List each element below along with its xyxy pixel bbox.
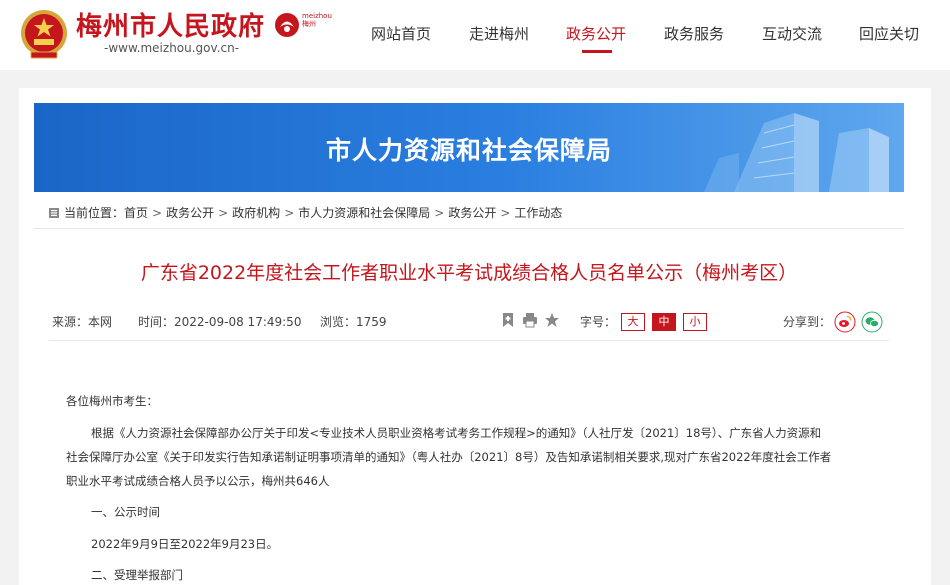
breadcrumb-prefix: 当前位置： xyxy=(64,206,125,220)
nav-government-affairs[interactable]: 政务公开 xyxy=(566,23,626,44)
body-paragraph-line: 社会保障厅办公室《关于印发实行告知承诺制证明事项清单的通知》（粤人社办〔2021… xyxy=(66,450,832,464)
body-paragraph-line: 职业水平考试成绩合格人员予以公示，梅州共646人 xyxy=(66,474,330,488)
nav-about-meizhou[interactable]: 走进梅州 xyxy=(469,23,529,44)
nav-active-indicator xyxy=(582,50,612,53)
body-paragraph-line: 根据《人力资源社会保障部办公厅关于印发<专业技术人员职业资格考试考务工作规程>的… xyxy=(91,426,822,440)
breadcrumb-hr-bureau[interactable]: 市人力资源和社会保障局 xyxy=(298,204,430,221)
breadcrumb-government-affairs[interactable]: 政务公开 xyxy=(166,204,214,221)
breadcrumb-home[interactable]: 首页 xyxy=(124,204,148,221)
meta-divider xyxy=(49,340,889,341)
national-emblem-icon[interactable] xyxy=(19,8,69,60)
breadcrumb-affairs-public[interactable]: 政务公开 xyxy=(448,204,496,221)
wechat-share-icon[interactable] xyxy=(861,311,883,333)
article-title: 广东省2022年度社会工作者职业水平考试成绩合格人员名单公示（梅州考区） xyxy=(140,262,798,284)
location-icon xyxy=(49,207,59,218)
breadcrumb: 当前位置： 首页 > 政务公开 > 政府机构 > 市人力资源和社会保障局 > 政… xyxy=(49,204,562,221)
banner-title: 市人力资源和社会保障局 xyxy=(325,136,612,165)
weibo-share-icon[interactable] xyxy=(834,311,856,333)
meizhou-logo-icon xyxy=(275,13,299,37)
nav-response[interactable]: 回应关切 xyxy=(859,23,919,44)
breadcrumb-separator: > xyxy=(434,205,445,220)
article-source: 来源：本网 xyxy=(52,315,113,329)
nav-interaction[interactable]: 互动交流 xyxy=(762,23,822,44)
site-url: -www.meizhou.gov.cn- xyxy=(104,41,240,55)
meizhou-logo-text: meizhou 梅州 xyxy=(302,12,332,28)
share-label: 分享到： xyxy=(783,315,832,329)
section-heading-report-department: 二、受理举报部门 xyxy=(91,568,183,582)
section-heading-publicity-time: 一、公示时间 xyxy=(91,505,160,519)
nav-home[interactable]: 网站首页 xyxy=(371,23,431,44)
breadcrumb-work-news[interactable]: 工作动态 xyxy=(514,204,562,221)
star-icon[interactable] xyxy=(544,312,560,328)
font-size-large-button[interactable]: 大 xyxy=(621,313,645,331)
breadcrumb-divider xyxy=(34,228,904,229)
article-tools xyxy=(500,312,560,328)
breadcrumb-separator: > xyxy=(500,205,511,220)
nav-government-services[interactable]: 政务服务 xyxy=(664,23,724,44)
breadcrumb-separator: > xyxy=(284,205,295,220)
department-banner: 市人力资源和社会保障局 xyxy=(34,103,904,192)
breadcrumb-government-agencies[interactable]: 政府机构 xyxy=(232,204,280,221)
site-title[interactable]: 梅州市人民政府 xyxy=(76,6,265,43)
font-size-medium-button[interactable]: 中 xyxy=(652,313,676,331)
article-time: 时间：2022-09-08 17:49:50 xyxy=(138,315,302,329)
breadcrumb-separator: > xyxy=(218,205,229,220)
site-header: 梅州市人民政府 -www.meizhou.gov.cn- meizhou 梅州 网… xyxy=(0,0,950,70)
print-icon[interactable] xyxy=(522,312,538,328)
publicity-period: 2022年9月9日至2022年9月23日。 xyxy=(91,537,279,551)
article-views: 浏览：1759 xyxy=(320,315,387,329)
font-size-label: 字号： xyxy=(580,315,617,329)
breadcrumb-separator: > xyxy=(152,205,163,220)
font-size-small-button[interactable]: 小 xyxy=(683,313,707,331)
greeting-paragraph: 各位梅州市考生： xyxy=(66,394,158,408)
bookmark-icon[interactable] xyxy=(500,312,516,328)
